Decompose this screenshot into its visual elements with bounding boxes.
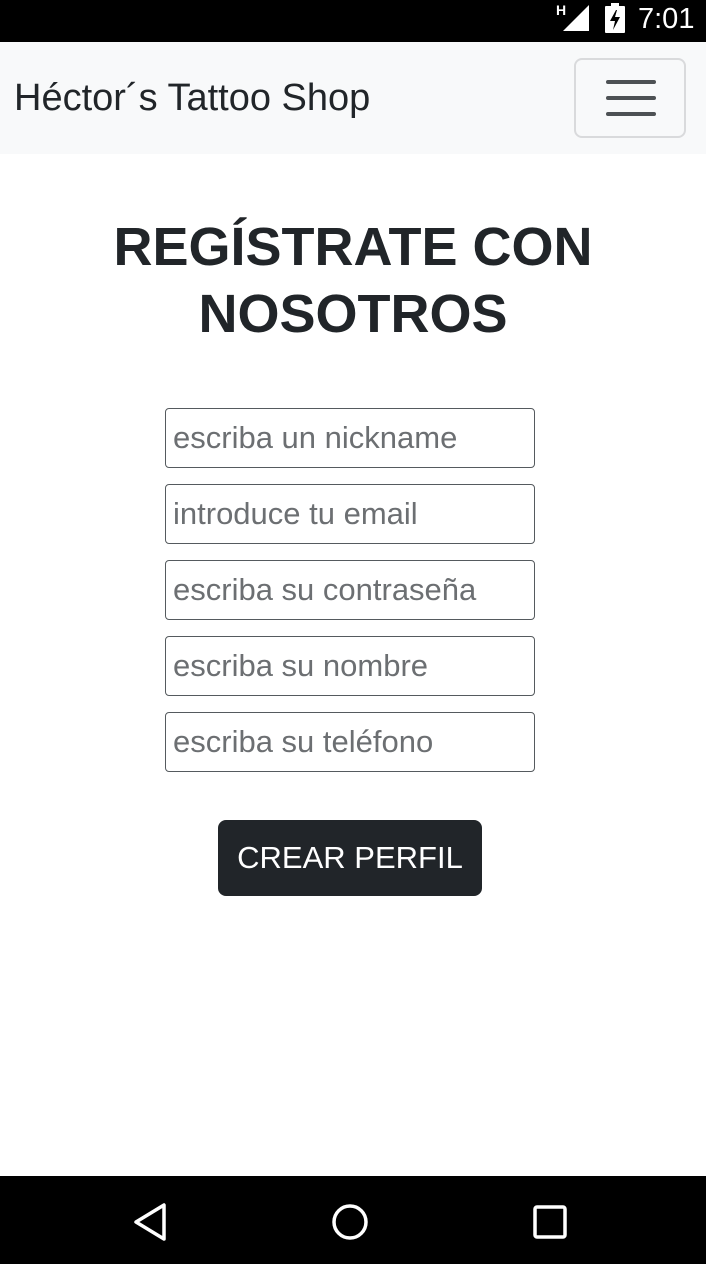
navbar: Héctor´s Tattoo Shop bbox=[0, 42, 706, 154]
nickname-input[interactable] bbox=[165, 408, 535, 468]
navbar-brand[interactable]: Héctor´s Tattoo Shop bbox=[14, 76, 370, 120]
navbar-toggler-button[interactable] bbox=[574, 58, 686, 138]
back-icon[interactable] bbox=[130, 1202, 170, 1242]
page-title-line-1: REGÍSTRATE CON bbox=[113, 217, 593, 277]
page-title: REGÍSTRATE CON NOSOTROS bbox=[0, 214, 706, 348]
create-profile-button[interactable]: CREAR PERFIL bbox=[218, 820, 482, 896]
battery-charging-icon bbox=[605, 3, 625, 33]
signal-icon bbox=[563, 5, 589, 31]
recents-icon[interactable] bbox=[530, 1202, 570, 1242]
hamburger-menu-icon bbox=[606, 80, 656, 84]
email-input[interactable] bbox=[165, 484, 535, 544]
name-input[interactable] bbox=[165, 636, 535, 696]
home-icon[interactable] bbox=[330, 1202, 370, 1242]
password-input[interactable] bbox=[165, 560, 535, 620]
phone-input[interactable] bbox=[165, 712, 535, 772]
status-bar: H 7:01 bbox=[0, 0, 706, 42]
page-title-line-2: NOSOTROS bbox=[198, 284, 508, 344]
system-navigation-bar bbox=[0, 1176, 706, 1264]
clock: 7:01 bbox=[638, 3, 695, 35]
